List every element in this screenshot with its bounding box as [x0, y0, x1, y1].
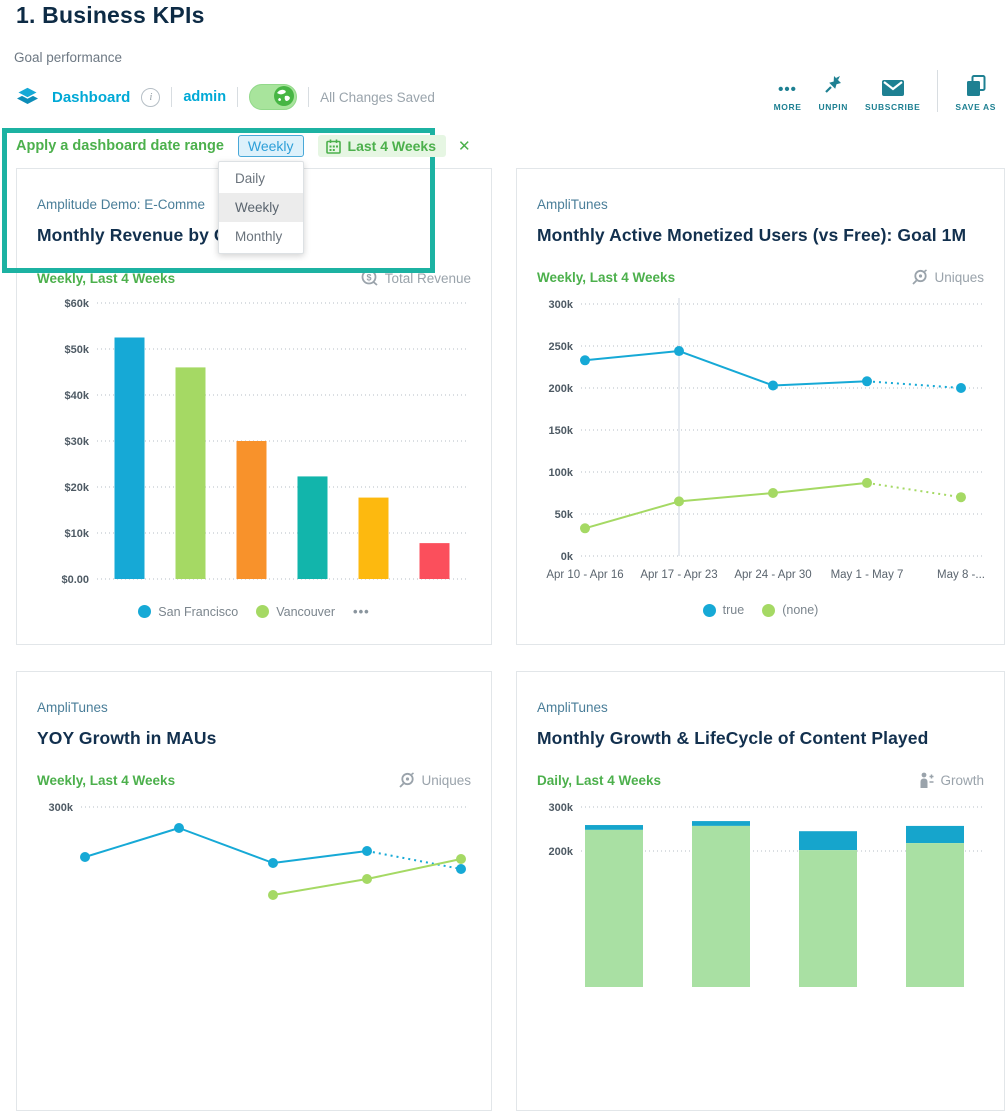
interval-dropdown-trigger[interactable]: Weekly — [238, 135, 304, 157]
svg-text:$: $ — [366, 273, 371, 283]
legend-more-button[interactable]: ••• — [353, 604, 370, 619]
card-metric: Growth — [919, 772, 984, 789]
revenue-bar-chart[interactable]: $60k $50k $40k $30k $20k $10k $0.00 — [37, 295, 471, 592]
growth-icon — [919, 772, 934, 789]
svg-text:$20k: $20k — [65, 482, 90, 494]
subscribe-button[interactable]: SUBSCRIBE — [865, 75, 920, 112]
svg-text:$30k: $30k — [65, 436, 90, 448]
dropdown-option-daily[interactable]: Daily — [219, 164, 303, 193]
svg-text:Apr 17 - Apr 23: Apr 17 - Apr 23 — [640, 569, 717, 581]
svg-text:200k: 200k — [549, 383, 574, 395]
public-toggle[interactable] — [249, 84, 297, 110]
owner-link[interactable]: admin — [183, 89, 226, 105]
svg-text:50k: 50k — [555, 509, 574, 521]
svg-text:Apr 10 - Apr 16: Apr 10 - Apr 16 — [546, 569, 623, 581]
copy-icon — [966, 75, 986, 97]
calendar-icon — [326, 139, 341, 154]
uniques-icon — [911, 269, 928, 286]
legend-dot-icon — [138, 605, 151, 618]
svg-text:Apr 24 - Apr 30: Apr 24 - Apr 30 — [734, 569, 811, 581]
legend-dot-icon — [256, 605, 269, 618]
svg-text:$50k: $50k — [65, 344, 90, 356]
uniques-icon — [398, 772, 415, 789]
svg-text:200k: 200k — [549, 846, 574, 858]
monetized-users-line-chart[interactable]: 300k 250k 200k 150k 100k 50k 0k Apr 10 - Apr 16… — [537, 294, 984, 591]
legend-item[interactable]: Vancouver — [256, 605, 335, 619]
legend-dot-icon — [762, 604, 775, 617]
svg-text:$40k: $40k — [65, 390, 90, 402]
svg-text:$10k: $10k — [65, 528, 90, 540]
close-icon[interactable]: ✕ — [458, 137, 471, 155]
card-content-lifecycle: AmpliTunes Monthly Growth & LifeCycle of… — [516, 671, 1005, 1111]
page-title: 1. Business KPIs — [16, 2, 205, 29]
envelope-icon — [881, 75, 905, 97]
date-range-banner: Apply a dashboard date range Weekly Last… — [16, 132, 471, 160]
dashboard-type-label[interactable]: Dashboard — [52, 89, 130, 106]
save-as-button[interactable]: SAVE AS — [955, 75, 996, 112]
card-period: Weekly, Last 4 Weeks — [537, 270, 675, 285]
svg-text:$0.00: $0.00 — [61, 574, 89, 586]
card-monetized-users: AmpliTunes Monthly Active Monetized User… — [516, 168, 1005, 645]
toolbar-divider — [237, 87, 238, 107]
save-status: All Changes Saved — [320, 90, 435, 105]
card-title[interactable]: YOY Growth in MAUs — [37, 728, 471, 749]
unpin-button[interactable]: UNPIN — [819, 75, 848, 112]
card-source[interactable]: AmpliTunes — [37, 700, 471, 715]
card-metric: Uniques — [398, 772, 471, 789]
card-source[interactable]: AmpliTunes — [537, 197, 984, 212]
yoy-growth-line-chart[interactable]: 300k — [37, 797, 471, 1022]
interval-dropdown-menu: Daily Weekly Monthly — [218, 161, 304, 254]
legend-dot-icon — [703, 604, 716, 617]
content-stacked-bar-chart[interactable]: 300k 200k — [537, 797, 984, 992]
svg-text:150k: 150k — [549, 425, 574, 437]
dropdown-option-weekly[interactable]: Weekly — [219, 193, 303, 222]
globe-icon — [273, 85, 295, 107]
legend-item[interactable]: (none) — [762, 603, 818, 617]
money-icon: $ — [361, 269, 379, 287]
svg-text:May 1 - May 7: May 1 - May 7 — [831, 569, 904, 581]
card-period: Daily, Last 4 Weeks — [537, 773, 661, 788]
card-yoy-growth: AmpliTunes YOY Growth in MAUs Weekly, La… — [16, 671, 492, 1111]
users-chart-legend: true (none) — [537, 603, 984, 617]
svg-text:300k: 300k — [549, 802, 574, 814]
pin-icon — [823, 75, 843, 97]
svg-text:300k: 300k — [49, 802, 74, 814]
svg-text:0k: 0k — [561, 551, 574, 563]
toolbar-divider — [937, 70, 938, 112]
svg-text:250k: 250k — [549, 341, 574, 353]
date-range-chip[interactable]: Last 4 Weeks — [318, 135, 446, 157]
card-source[interactable]: AmpliTunes — [537, 700, 984, 715]
dashboard-toolbar: Dashboard i admin All Changes Saved — [14, 82, 435, 112]
svg-text:300k: 300k — [549, 299, 574, 311]
more-button[interactable]: ••• MORE — [774, 75, 802, 112]
info-icon[interactable]: i — [141, 88, 160, 107]
more-icon: ••• — [778, 75, 797, 97]
card-metric: Uniques — [911, 269, 984, 286]
layers-icon — [14, 85, 41, 109]
card-metric: $ Total Revenue — [361, 269, 471, 287]
toolbar-divider — [308, 87, 309, 107]
legend-item[interactable]: true — [703, 603, 745, 617]
svg-text:May 8 -...: May 8 -... — [937, 569, 985, 581]
revenue-chart-legend: San Francisco Vancouver ••• — [37, 604, 471, 619]
svg-text:$60k: $60k — [65, 298, 90, 310]
card-title[interactable]: Monthly Growth & LifeCycle of Content Pl… — [537, 728, 984, 749]
date-range-prompt: Apply a dashboard date range — [16, 138, 224, 154]
dashboard-actions: ••• MORE UNPIN SUBSCRIBE SAV — [774, 70, 996, 112]
card-title[interactable]: Monthly Active Monetized Users (vs Free)… — [537, 225, 984, 246]
svg-text:100k: 100k — [549, 467, 574, 479]
legend-item[interactable]: San Francisco — [138, 605, 238, 619]
dropdown-option-monthly[interactable]: Monthly — [219, 222, 303, 251]
card-period: Weekly, Last 4 Weeks — [37, 271, 175, 286]
toolbar-divider — [171, 87, 172, 107]
card-period: Weekly, Last 4 Weeks — [37, 773, 175, 788]
page-subtitle: Goal performance — [14, 50, 122, 65]
